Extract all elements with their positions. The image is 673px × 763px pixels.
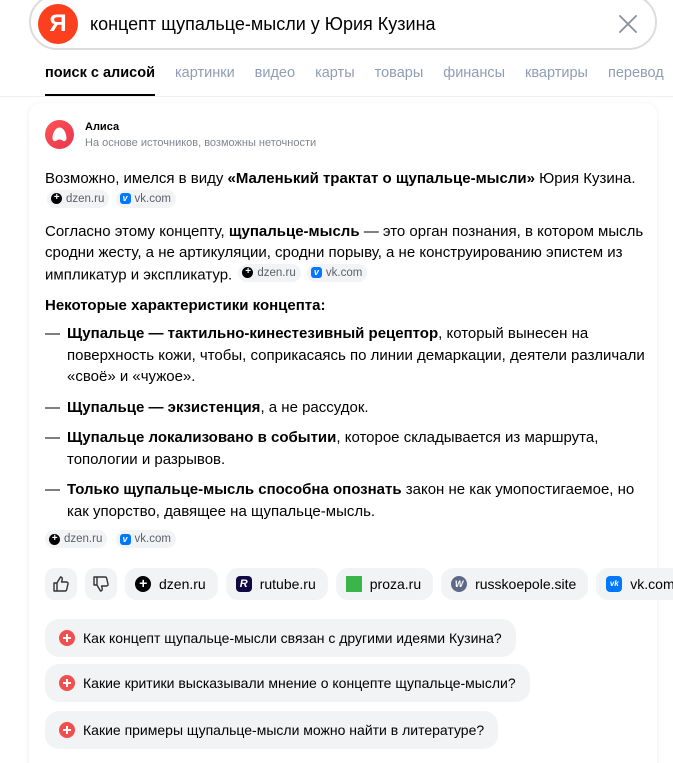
source-chip-vk[interactable]: vk.com (596, 568, 673, 600)
list-sources: dzen.ru vk.com (45, 530, 645, 552)
source-badge-vk[interactable]: vk.com (115, 530, 176, 548)
tabs-divider (0, 96, 673, 97)
source-badge-vk[interactable]: vk.com (306, 263, 368, 282)
alice-logo-icon (45, 120, 74, 149)
answer-paragraph: Возможно, имелся в виду «Маленький тракт… (45, 168, 645, 212)
tab-images[interactable]: картинки (175, 65, 235, 81)
answer-paragraph: Согласно этому концепту, щупальце-мысль … (45, 221, 645, 286)
source-badge-label: dzen.ru (64, 533, 103, 545)
vk-icon (310, 263, 322, 281)
answer-text: Юрия Кузина. (534, 170, 636, 187)
source-chip-label: proza.ru (369, 576, 422, 592)
suggestion-label: Какие примеры щупальце-мысли можно найти… (83, 722, 485, 738)
tab-maps[interactable]: карты (315, 65, 355, 81)
list-item: — Щупальце — экзистенция, а не рассудок. (45, 397, 645, 419)
source-chip-label: vk.com (630, 576, 673, 592)
source-chip-dzen[interactable]: dzen.ru (125, 568, 218, 600)
list-item-bold: Щупальце — экзистенция (67, 398, 261, 416)
wordpress-icon (451, 576, 468, 592)
alice-disclaimer: На основе источников, возможны неточност… (85, 137, 317, 149)
tab-products[interactable]: товары (375, 65, 424, 81)
alice-answer-card: Алиса На основе источников, возможны нет… (29, 103, 673, 763)
list-item-text: , а не рассудок. (260, 398, 369, 416)
source-badge-label: vk.com (134, 533, 171, 545)
tab-translate[interactable]: перевод (608, 65, 664, 81)
source-badge-vk[interactable]: vk.com (115, 189, 176, 208)
search-bar[interactable]: Я концепт щупальце-мысли у Юрия Кузина (29, 0, 657, 50)
source-badge-label: dzen.ru (257, 266, 296, 279)
dislike-button[interactable] (85, 568, 117, 600)
source-badge-dzen[interactable]: dzen.ru (47, 189, 110, 208)
list-dash: — (45, 398, 60, 416)
search-tabs: поиск с алисой картинки видео карты това… (45, 65, 673, 96)
source-chip-label: dzen.ru (159, 576, 206, 592)
answer-bold-text: «Маленький трактат о щупальце-мысли» (227, 170, 535, 187)
list-item: — Щупальце — тактильно-кинестезивный реце… (45, 323, 645, 388)
suggestion-label: Как концепт щупальце-мысли связан с друг… (83, 630, 502, 646)
followup-suggestion[interactable]: Какие примеры щупальце-мысли можно найти… (45, 711, 499, 749)
followup-suggestion[interactable]: Как концепт щупальце-мысли связан с друг… (45, 619, 516, 657)
suggestion-label: Какие критики высказывали мнение о конце… (83, 675, 516, 691)
source-badge-label: dzen.ru (66, 192, 105, 205)
source-badge-label: vk.com (325, 266, 363, 279)
list-dash: — (45, 429, 60, 446)
like-button[interactable] (45, 568, 77, 600)
source-chip-rutube[interactable]: rutube.ru (225, 568, 328, 600)
proza-icon (345, 576, 362, 592)
followup-suggestion[interactable]: Какие критики высказывали мнение о конце… (45, 664, 530, 702)
tab-video[interactable]: видео (255, 65, 295, 81)
plus-icon (59, 722, 75, 738)
vk-icon (119, 189, 131, 207)
source-chip-label: russkoepole.site (475, 576, 577, 592)
close-icon[interactable] (617, 13, 639, 35)
dzen-icon (51, 189, 62, 207)
alice-name: Алиса (85, 121, 120, 133)
vk-icon (119, 530, 131, 548)
source-chip-russkoepole[interactable]: russkoepole.site (441, 568, 589, 600)
answer-bold-text: щупальце-мысль (228, 222, 360, 240)
yandex-logo[interactable]: Я (38, 4, 78, 44)
plus-icon (59, 630, 75, 646)
answer-text: Согласно этому концепту, (45, 222, 229, 240)
answer-body: Возможно, имелся в виду «Маленький тракт… (45, 168, 645, 552)
source-chip-label: rutube.ru (259, 576, 316, 592)
tab-finance[interactable]: финансы (443, 65, 505, 81)
sources-row: dzen.ru rutube.ru proza.ru russkoepole.s… (45, 568, 673, 600)
features-heading: Некоторые характеристики концепта: (45, 296, 326, 314)
rutube-icon (235, 576, 252, 592)
source-badge-dzen[interactable]: dzen.ru (45, 530, 108, 548)
tab-apartments[interactable]: квартиры (525, 65, 588, 81)
source-badge-dzen[interactable]: dzen.ru (238, 263, 301, 282)
list-item: — Только щупальце-мысль способна опознать… (45, 479, 645, 522)
thumbs-up-icon (53, 576, 69, 592)
dzen-icon (49, 530, 60, 548)
source-chip-proza[interactable]: proza.ru (335, 568, 434, 600)
search-input[interactable]: концепт щупальце-мысли у Юрия Кузина (90, 14, 436, 35)
list-item-bold: Щупальце локализовано в событии (67, 429, 337, 446)
plus-icon (59, 675, 75, 691)
source-badge-label: vk.com (134, 192, 171, 205)
dzen-icon (135, 574, 151, 592)
list-item-bold: Щупальце — тактильно-кинестезивный рецеп… (67, 325, 439, 342)
list-item-bold: Только щупальце-мысль способна опознать (67, 481, 402, 498)
list-item: — Щупальце локализовано в событии, которо… (45, 427, 645, 470)
answer-text: Возможно, имелся в виду (45, 170, 228, 187)
dzen-icon (242, 263, 254, 281)
list-dash: — (45, 481, 60, 498)
tab-alice-search[interactable]: поиск с алисой (45, 65, 155, 96)
thumbs-down-icon (93, 576, 109, 592)
vk-icon (606, 576, 623, 592)
list-dash: — (45, 325, 60, 342)
